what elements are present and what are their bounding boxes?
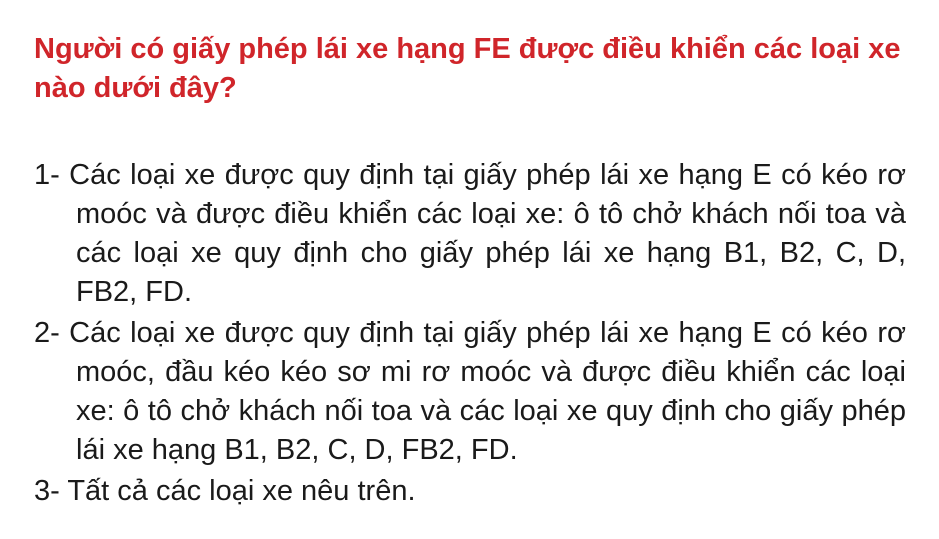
answer-option-2[interactable]: 2- Các loại xe được quy định tại giấy ph… (34, 314, 906, 470)
quiz-slide: Người có giấy phép lái xe hạng FE được đ… (0, 0, 939, 539)
question-text: Người có giấy phép lái xe hạng FE được đ… (34, 33, 901, 104)
answer-option-1[interactable]: 1- Các loại xe được quy định tại giấy ph… (34, 156, 906, 312)
answer-option-3[interactable]: 3- Tất cả các loại xe nêu trên. (34, 472, 906, 511)
answer-list: 1- Các loại xe được quy định tại giấy ph… (34, 156, 906, 513)
